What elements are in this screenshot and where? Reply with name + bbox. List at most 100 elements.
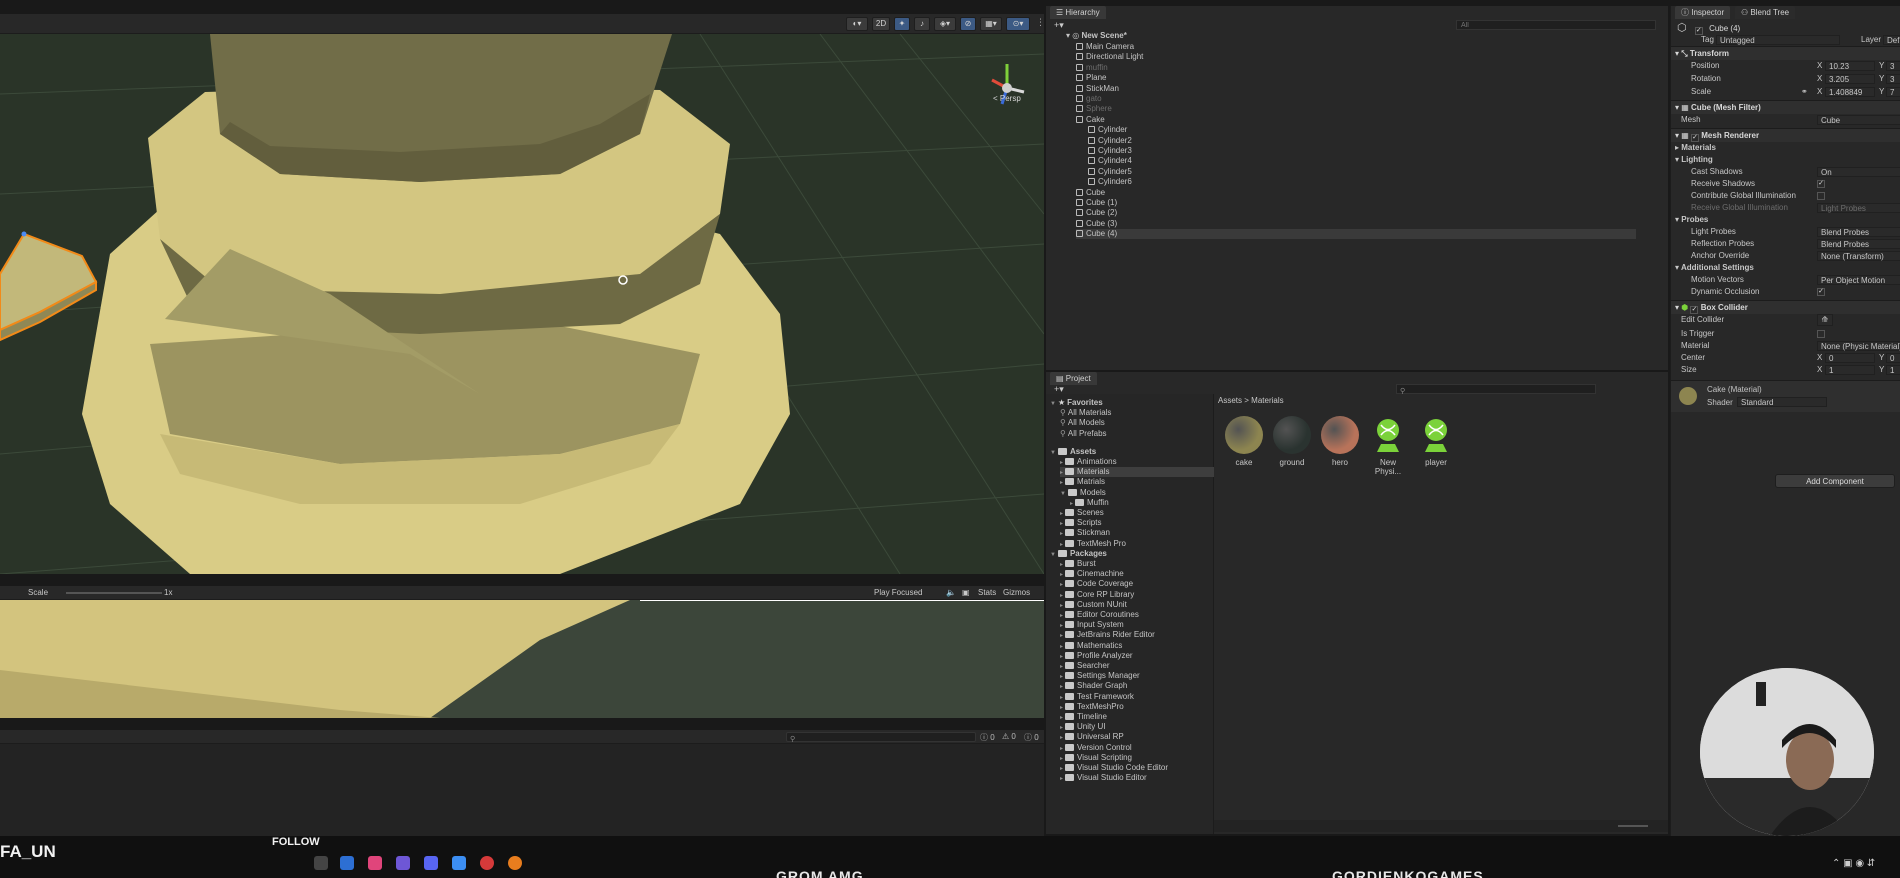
perspective-label[interactable]: < Persp	[993, 94, 1021, 103]
shader-dropdown[interactable]: Standard	[1737, 397, 1827, 407]
box-collider-header[interactable]: ▾ ⬢ ✓ Box Collider	[1671, 300, 1900, 314]
scene-canvas[interactable]	[0, 34, 1044, 574]
audio-toggle-icon[interactable]: ♪	[914, 17, 930, 31]
hierarchy-item[interactable]: muffin	[1076, 63, 1636, 73]
package-item[interactable]: ▸ Visual Scripting	[1060, 753, 1214, 763]
grid-toggle-icon[interactable]: ▦▾	[980, 17, 1002, 31]
package-item[interactable]: ▸ Input System	[1060, 620, 1214, 630]
favorite-item[interactable]: ⚲ All Models	[1060, 418, 1214, 428]
package-item[interactable]: ▸ Unity UI	[1060, 722, 1214, 732]
lighting-foldout[interactable]: ▾ Lighting	[1675, 155, 1713, 164]
light-probes-dropdown[interactable]: Blend Probes	[1817, 227, 1900, 237]
effects-toggle-icon[interactable]: ◈▾	[934, 17, 956, 31]
package-item[interactable]: ▸ Version Control	[1060, 743, 1214, 753]
probes-foldout[interactable]: ▾ Probes	[1675, 215, 1708, 224]
is-trigger-checkbox[interactable]	[1817, 330, 1825, 338]
hierarchy-item[interactable]: StickMan	[1076, 84, 1636, 94]
hierarchy-item[interactable]: Cube	[1076, 188, 1636, 198]
materials-foldout[interactable]: ▸ Materials	[1675, 143, 1716, 152]
hierarchy-item[interactable]: Sphere	[1076, 104, 1636, 114]
package-item[interactable]: ▸ Settings Manager	[1060, 671, 1214, 681]
cast-shadows-dropdown[interactable]: On	[1817, 167, 1900, 177]
hierarchy-item[interactable]: Cylinder4	[1088, 156, 1636, 166]
material-asset[interactable]: ground	[1270, 416, 1314, 467]
anchor-override-field[interactable]: None (Transform)	[1817, 251, 1900, 261]
hierarchy-item[interactable]: Cylinder5	[1088, 167, 1636, 177]
hierarchy-item[interactable]: Cube (1)	[1076, 198, 1636, 208]
material-section[interactable]: Cake (Material) Shader Standard	[1671, 380, 1900, 412]
package-item[interactable]: ▸ Profile Analyzer	[1060, 651, 1214, 661]
folder-item[interactable]: ▼ Models	[1060, 488, 1214, 498]
favorites-header[interactable]: ▼ ★ Favorites	[1050, 398, 1214, 408]
taskbar-icon-settings[interactable]	[314, 856, 328, 870]
folder-item[interactable]: ▸ TextMesh Pro	[1060, 539, 1214, 549]
center-y-field[interactable]: 0	[1886, 353, 1900, 363]
size-x-field[interactable]: 1	[1825, 365, 1875, 375]
hierarchy-item[interactable]: Cube (4)	[1076, 229, 1636, 240]
taskbar-icon-visual-studio[interactable]	[396, 856, 410, 870]
tag-dropdown[interactable]: Untagged	[1716, 35, 1840, 45]
package-item[interactable]: ▸ Custom NUnit	[1060, 600, 1214, 610]
center-x-field[interactable]: 0	[1825, 353, 1875, 363]
package-item[interactable]: ▸ Searcher	[1060, 661, 1214, 671]
hierarchy-item[interactable]: Cylinder6	[1088, 177, 1636, 187]
folder-item[interactable]: ▸ Scripts	[1060, 518, 1214, 528]
layer-dropdown[interactable]: Def	[1883, 35, 1900, 45]
edit-collider-button[interactable]: ⟰	[1817, 314, 1833, 326]
more-icon[interactable]: ⋮	[1036, 17, 1044, 28]
render-mode-button[interactable]: ◐▾	[846, 17, 868, 31]
assets-header[interactable]: ▼ Assets	[1050, 447, 1214, 457]
tab-hierarchy[interactable]: ☰ Hierarchy	[1050, 6, 1106, 19]
scale-x-field[interactable]: 1.408849	[1825, 87, 1875, 97]
mesh-field[interactable]: Cube	[1817, 115, 1900, 125]
taskbar-icon-obs[interactable]	[480, 856, 494, 870]
position-x-field[interactable]: 10.23	[1825, 61, 1875, 71]
package-item[interactable]: ▸ JetBrains Rider Editor	[1060, 630, 1214, 640]
scene-view[interactable]: ◐▾ 2D ✦ ♪ ◈▾ ⊘ ▦▾ ⊙▾ ⋮ < Persp	[0, 14, 1044, 574]
additional-settings-foldout[interactable]: ▾ Additional Settings	[1675, 263, 1754, 272]
package-item[interactable]: ▸ Test Framework	[1060, 692, 1214, 702]
tray-icons[interactable]: ⌃ ▣ ◉ ⇵	[1832, 858, 1875, 869]
scale-y-field[interactable]: 7	[1886, 87, 1900, 97]
taskbar-icon-browser[interactable]	[452, 856, 466, 870]
package-item[interactable]: ▸ Core RP Library	[1060, 590, 1214, 600]
hierarchy-item[interactable]: Cube (3)	[1076, 219, 1636, 229]
collider-material-field[interactable]: None (Physic Material)	[1817, 341, 1900, 351]
hierarchy-item[interactable]: Cylinder2	[1088, 136, 1636, 146]
package-item[interactable]: ▸ Code Coverage	[1060, 579, 1214, 589]
folder-item[interactable]: ▸ Animations	[1060, 457, 1214, 467]
package-item[interactable]: ▸ TextMeshPro	[1060, 702, 1214, 712]
console-search-input[interactable]: ⚲	[786, 732, 976, 743]
folder-item[interactable]: ▸ Materials	[1060, 467, 1214, 478]
breadcrumb-materials[interactable]: Materials	[1251, 396, 1283, 405]
rotation-x-field[interactable]: 3.205	[1825, 74, 1875, 84]
transform-header[interactable]: ▾ ⤡ Transform	[1671, 46, 1900, 60]
mesh-filter-header[interactable]: ▾ ▦ Cube (Mesh Filter)	[1671, 100, 1900, 114]
add-component-button[interactable]: Add Component	[1775, 474, 1895, 488]
packages-header[interactable]: ▼ Packages	[1050, 549, 1214, 559]
mesh-renderer-header[interactable]: ▾ ▦ ✓ Mesh Renderer	[1671, 128, 1900, 142]
error-count-badge[interactable]: ⓘ 0	[1024, 732, 1039, 743]
scene-root[interactable]: ▾ ◎ New Scene*	[1066, 31, 1127, 41]
material-asset[interactable]: hero	[1318, 416, 1362, 467]
zoom-slider[interactable]	[1618, 825, 1648, 827]
gizmos-button[interactable]: Gizmos	[1003, 588, 1030, 597]
favorite-item[interactable]: ⚲ All Materials	[1060, 408, 1214, 418]
package-item[interactable]: ▸ Visual Studio Editor	[1060, 773, 1214, 783]
selected-cube[interactable]	[0, 231, 98, 342]
breadcrumb-assets[interactable]: Assets	[1218, 396, 1242, 405]
taskbar-icon-rider[interactable]	[368, 856, 382, 870]
receive-shadows-checkbox[interactable]: ✓	[1817, 180, 1825, 188]
hierarchy-item[interactable]: Directional Light	[1076, 52, 1636, 62]
hierarchy-item[interactable]: Main Camera	[1076, 42, 1636, 52]
package-item[interactable]: ▸ Burst	[1060, 559, 1214, 569]
package-item[interactable]: ▸ Universal RP	[1060, 732, 1214, 742]
hierarchy-item[interactable]: Plane	[1076, 73, 1636, 83]
stats-button[interactable]: Stats	[978, 588, 996, 597]
taskbar-icon-unity[interactable]	[340, 856, 354, 870]
dynamic-occlusion-checkbox[interactable]: ✓	[1817, 288, 1825, 296]
stats-icon[interactable]: ▣	[962, 588, 970, 597]
folder-item[interactable]: ▸ Stickman	[1060, 528, 1214, 538]
hierarchy-item[interactable]: Cube (2)	[1076, 208, 1636, 218]
play-focused-dropdown[interactable]: Play Focused	[874, 588, 922, 597]
